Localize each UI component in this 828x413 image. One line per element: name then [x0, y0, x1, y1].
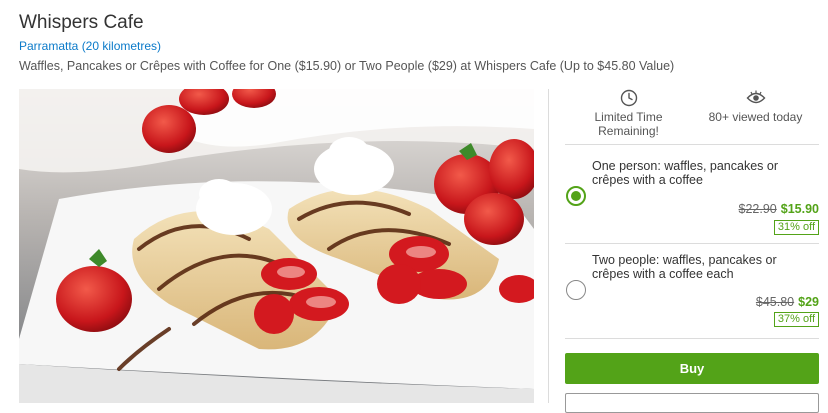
deal-photo — [19, 89, 534, 403]
deal-title: Whispers Cafe — [19, 12, 144, 33]
option-one-discount-badge: 31% off — [773, 220, 819, 235]
option-one-radio[interactable] — [566, 186, 586, 206]
option-one-price: $15.90 — [780, 202, 819, 216]
option-two-line2: crêpes with a coffee each — [592, 267, 734, 281]
divider-bottom — [565, 338, 819, 339]
secondary-button[interactable] — [565, 393, 819, 413]
option-two-radio[interactable] — [566, 280, 586, 300]
eye-icon — [746, 90, 765, 104]
option-two-description: Two people: waffles, pancakes or crêpes … — [592, 253, 812, 281]
time-remaining: Limited Time Remaining! — [565, 89, 692, 138]
time-remaining-line1: Limited Time — [594, 110, 663, 124]
crepes-image — [19, 89, 534, 403]
option-two-price: $29 — [798, 295, 819, 309]
views-count: 80+ viewed today — [708, 110, 803, 124]
option-two-line1: Two people: waffles, pancakes or — [592, 253, 777, 267]
column-divider — [548, 89, 549, 403]
views-today: 80+ viewed today — [692, 89, 819, 124]
option-one-person[interactable]: One person: waffles, pancakes or crêpes … — [565, 159, 819, 251]
divider-top — [565, 144, 819, 145]
option-two-people[interactable]: Two people: waffles, pancakes or crêpes … — [565, 253, 819, 345]
time-remaining-line2: Remaining! — [598, 124, 659, 138]
deal-subtitle: Waffles, Pancakes or Crêpes with Coffee … — [19, 59, 675, 73]
divider-middle — [565, 243, 819, 244]
deal-info: Limited Time Remaining! 80+ viewed today — [565, 89, 819, 144]
option-one-original-price: $22.90 — [738, 202, 777, 216]
buy-button[interactable]: Buy — [565, 353, 819, 384]
option-two-original-price: $45.80 — [755, 295, 795, 309]
option-two-discount-badge: 37% off — [773, 312, 819, 327]
option-one-description: One person: waffles, pancakes or crêpes … — [592, 159, 812, 187]
clock-icon — [620, 89, 637, 107]
option-one-prices: $22.90 $15.90 — [739, 202, 819, 216]
location-link[interactable]: Parramatta (20 kilometres) — [19, 39, 161, 53]
option-one-line2: crêpes with a coffee — [592, 173, 703, 187]
option-two-prices: $45.80 $29 — [756, 295, 819, 309]
option-one-line1: One person: waffles, pancakes or — [592, 159, 778, 173]
